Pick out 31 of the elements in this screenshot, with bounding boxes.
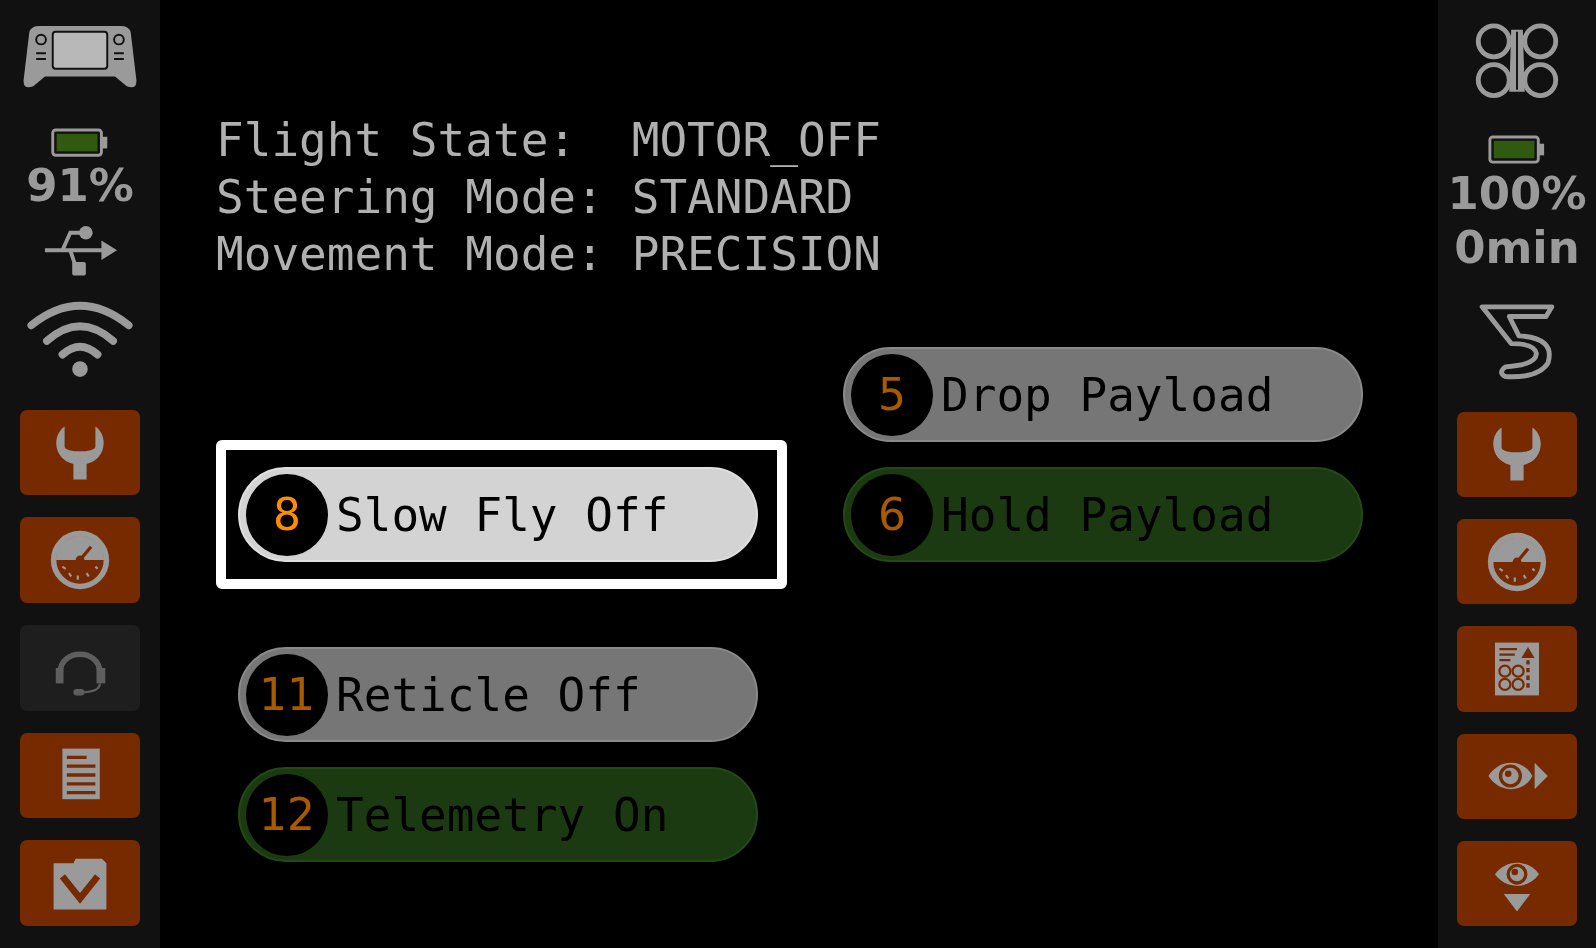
toggle-button[interactable]: 6 Hold Payload [843,467,1363,562]
wifi-icon [24,299,136,378]
status-value: STANDARD [631,169,855,226]
battery-percent: 91% [26,159,134,214]
battery-percent: 100% [1447,166,1587,221]
menu-tile[interactable] [20,409,140,496]
battery-icon [1487,135,1547,165]
battery-icon [50,128,110,158]
number-badge: 5 [851,353,933,436]
status-label: Steering Mode: [216,169,604,226]
menu-tile[interactable] [1457,840,1577,926]
status-label: Movement Mode: [216,226,604,283]
menu-tile[interactable] [1457,626,1577,712]
flight-time: 0min [1454,220,1580,275]
menu-tile[interactable] [1457,519,1577,605]
menu-tile[interactable] [1457,733,1577,819]
number-badge: 8 [246,473,328,556]
number-badge: 12 [246,773,328,856]
toggle-button[interactable]: 11 Reticle Off [238,647,758,742]
menu-tile[interactable] [20,732,140,819]
toggle-button[interactable]: 12 Telemetry On [238,767,758,862]
toggle-button[interactable]: 8 Slow Fly Off [238,467,758,562]
menu-tile[interactable] [1457,411,1577,498]
menu-tile[interactable] [20,517,140,603]
toggle-button[interactable]: 5 Drop Payload [843,347,1363,442]
number-badge: 11 [246,653,328,736]
number-badge: 6 [851,473,933,556]
status-value: PRECISION [631,226,881,283]
status-value: MOTOR_OFF [631,112,881,169]
status-label: Flight State: [216,112,578,169]
menu-tile[interactable] [20,840,140,926]
